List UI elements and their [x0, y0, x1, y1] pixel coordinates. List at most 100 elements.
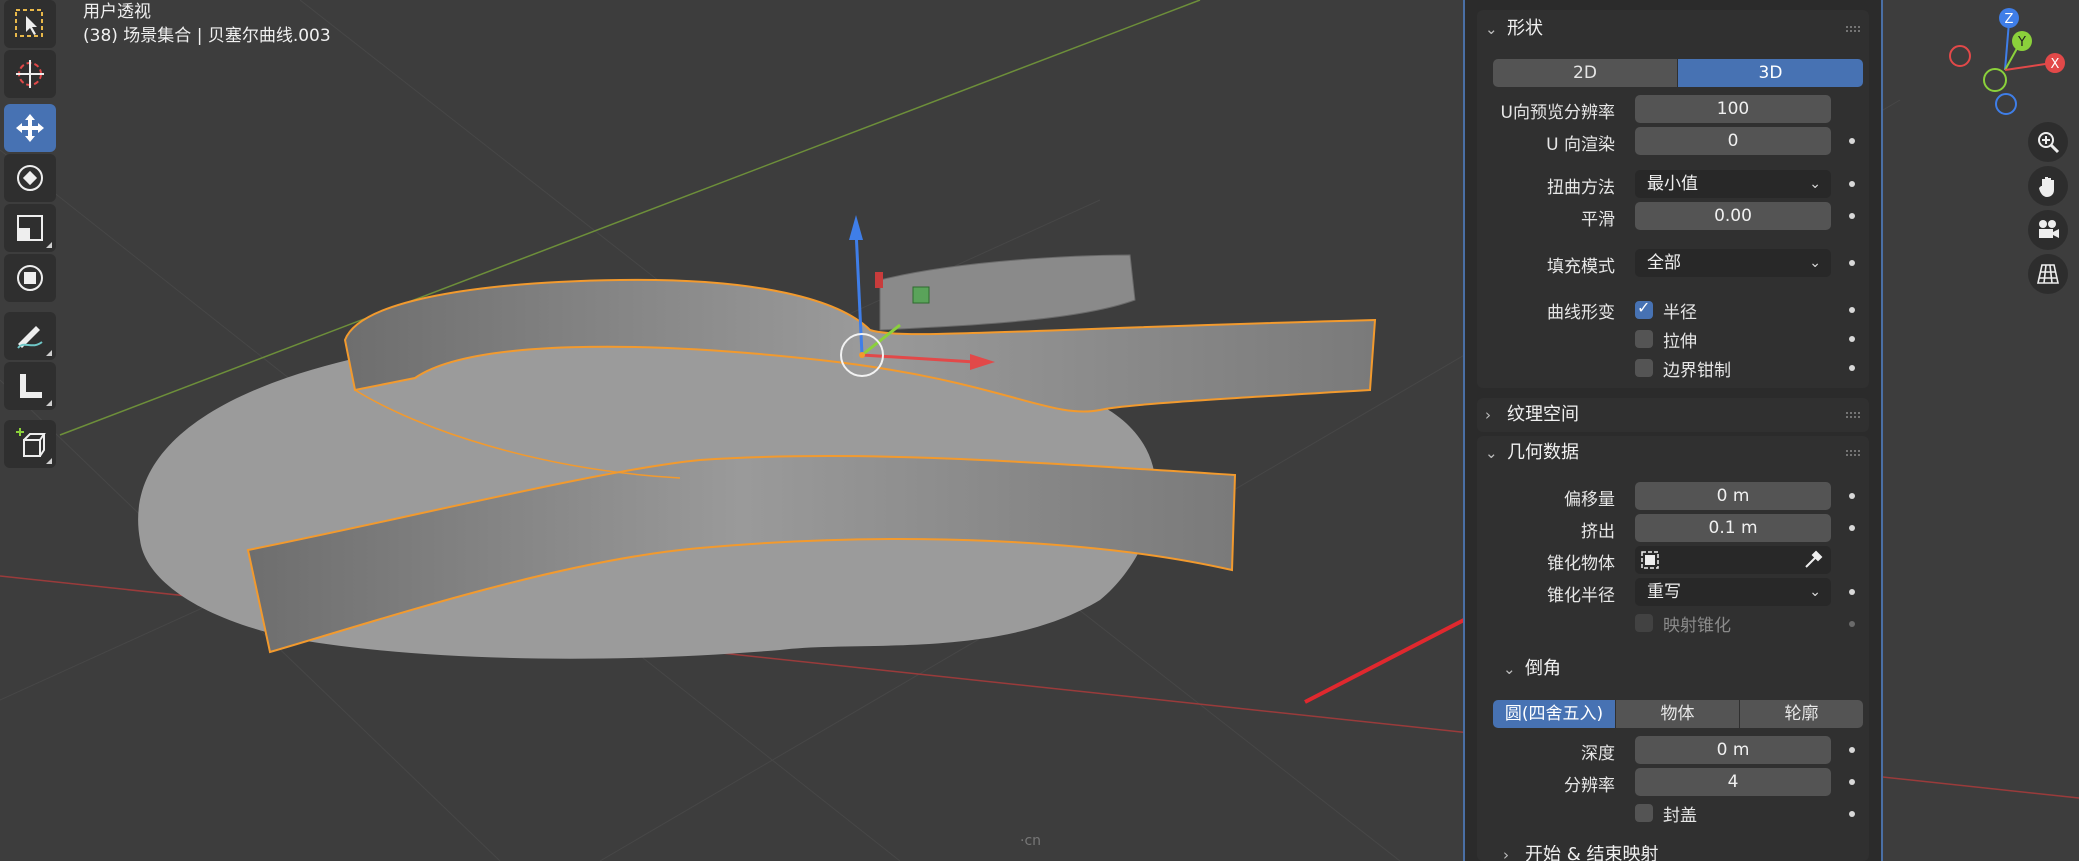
- cursor-icon: [16, 60, 44, 88]
- keyframe-dot[interactable]: [1849, 589, 1855, 595]
- resolution-field[interactable]: 4: [1635, 768, 1831, 796]
- orthographic-toggle-button[interactable]: [2028, 254, 2068, 294]
- fill-dropdown[interactable]: 全部 ⌄: [1635, 249, 1831, 277]
- fill-caps-checkbox[interactable]: [1635, 804, 1653, 822]
- object-info: (38) 场景集合 | 贝塞尔曲线.003: [83, 26, 331, 46]
- drag-handle-icon[interactable]: [1845, 449, 1861, 457]
- keyframe-dot[interactable]: [1849, 260, 1855, 266]
- radius-checkbox[interactable]: [1635, 298, 1653, 319]
- taper-object-label: 锥化物体: [1547, 554, 1615, 574]
- camera-view-button[interactable]: [2028, 210, 2068, 250]
- geometry-title: 几何数据: [1507, 442, 1579, 463]
- keyframe-dot[interactable]: [1849, 811, 1855, 817]
- chevron-down-icon: ⌄: [1809, 255, 1821, 271]
- radius-label: 半径: [1663, 303, 1697, 323]
- taper-radius-dropdown[interactable]: 重写 ⌄: [1635, 578, 1831, 606]
- map-taper-label: 映射锥化: [1663, 616, 1731, 636]
- object-icon: [1641, 551, 1659, 569]
- chevron-right-icon: ›: [1485, 406, 1491, 424]
- keyframe-dot[interactable]: [1849, 779, 1855, 785]
- cursor-tool[interactable]: [4, 50, 56, 98]
- twist-value: 最小值: [1647, 174, 1698, 194]
- keyframe-dot[interactable]: [1849, 138, 1855, 144]
- texture-space-title: 纹理空间: [1507, 404, 1579, 425]
- camera-icon: [2039, 220, 2059, 238]
- add-cube-tool[interactable]: [4, 420, 56, 468]
- u-render-label: U 向渲染: [1546, 135, 1615, 155]
- annotate-icon: [17, 326, 43, 349]
- taper-radius-label: 锥化半径: [1547, 586, 1615, 606]
- keyframe-dot[interactable]: [1849, 181, 1855, 187]
- keyframe-dot[interactable]: [1849, 336, 1855, 342]
- clamp-checkbox[interactable]: [1635, 359, 1653, 377]
- mode-3d-button[interactable]: 3D: [1678, 59, 1863, 87]
- drag-handle-icon[interactable]: [1845, 25, 1861, 33]
- bevel-object-button[interactable]: 物体: [1616, 700, 1739, 728]
- keyframe-dot[interactable]: [1849, 525, 1855, 531]
- fill-caps-label: 封盖: [1663, 806, 1697, 826]
- transform-icon: [17, 265, 43, 291]
- rotate-tool[interactable]: [4, 154, 56, 202]
- zoom-icon: [2038, 132, 2060, 154]
- view-name: 用户透视: [83, 2, 151, 22]
- stretch-checkbox[interactable]: [1635, 330, 1653, 348]
- scale-icon: [17, 215, 43, 241]
- fill-label: 填充模式: [1547, 257, 1615, 277]
- chevron-right-icon: ›: [1503, 846, 1509, 861]
- depth-label: 深度: [1581, 744, 1615, 764]
- offset-field[interactable]: 0 m: [1635, 482, 1831, 510]
- u-preview-field[interactable]: 100: [1635, 95, 1831, 123]
- chevron-down-icon: ⌄: [1485, 20, 1498, 38]
- measure-tool[interactable]: [4, 362, 56, 410]
- keyframe-dot[interactable]: [1849, 747, 1855, 753]
- fill-value: 全部: [1647, 253, 1681, 273]
- geometry-header[interactable]: ⌄ 几何数据: [1477, 436, 1869, 470]
- chevron-down-icon: ⌄: [1485, 444, 1498, 462]
- annotate-tool[interactable]: [4, 312, 56, 360]
- navigation-gizmo[interactable]: Z Y X: [1945, 5, 2065, 125]
- bevel-header[interactable]: ⌄ 倒角: [1495, 652, 1855, 686]
- keyframe-dot[interactable]: [1849, 621, 1855, 627]
- zoom-view-button[interactable]: [2028, 122, 2068, 162]
- u-preview-label: U向预览分辨率: [1500, 103, 1615, 123]
- scale-tool[interactable]: [4, 204, 56, 252]
- smooth-field[interactable]: 0.00: [1635, 202, 1831, 230]
- mode-2d-button[interactable]: 2D: [1493, 59, 1677, 87]
- grid-icon: [2037, 264, 2059, 284]
- properties-panel[interactable]: ⌄ 形状 2D 3D U向预览分辨率 100 U 向渲染 0 扭曲方法 最小值 ⌄ …: [1463, 0, 1883, 861]
- shape-title: 形状: [1507, 18, 1543, 39]
- texture-space-header[interactable]: › 纹理空间: [1477, 398, 1869, 432]
- twist-dropdown[interactable]: 最小值 ⌄: [1635, 170, 1831, 198]
- select-box-tool[interactable]: [4, 0, 56, 48]
- bevel-profile-button[interactable]: 轮廓: [1740, 700, 1863, 728]
- start-end-mapping-header[interactable]: › 开始 & 结束映射: [1495, 845, 1855, 861]
- keyframe-dot[interactable]: [1849, 365, 1855, 371]
- bevel-title: 倒角: [1525, 658, 1561, 679]
- eyedropper-icon[interactable]: [1803, 550, 1823, 570]
- gizmo-x-label: X: [2051, 57, 2060, 72]
- keyframe-dot[interactable]: [1849, 307, 1855, 313]
- drag-handle-icon[interactable]: [1845, 411, 1861, 419]
- smooth-label: 平滑: [1581, 210, 1615, 230]
- map-taper-checkbox[interactable]: [1635, 614, 1653, 632]
- move-tool[interactable]: [4, 104, 56, 152]
- pan-view-button[interactable]: [2028, 166, 2068, 206]
- keyframe-dot[interactable]: [1849, 213, 1855, 219]
- start-end-mapping-title: 开始 & 结束映射: [1525, 845, 1659, 861]
- taper-object-field[interactable]: [1635, 546, 1831, 574]
- transform-tool[interactable]: [4, 254, 56, 302]
- resolution-label: 分辨率: [1564, 776, 1615, 796]
- taper-radius-value: 重写: [1647, 582, 1681, 602]
- depth-field[interactable]: 0 m: [1635, 736, 1831, 764]
- gizmo-z-label: Z: [2005, 12, 2014, 27]
- deform-label: 曲线形变: [1547, 303, 1615, 323]
- keyframe-dot[interactable]: [1849, 493, 1855, 499]
- extrude-field[interactable]: 0.1 m: [1635, 514, 1831, 542]
- shape-section-header[interactable]: ⌄ 形状: [1477, 12, 1869, 46]
- extrude-label: 挤出: [1581, 522, 1615, 542]
- stretch-label: 拉伸: [1663, 332, 1697, 352]
- chevron-down-icon: ⌄: [1809, 176, 1821, 192]
- rotate-icon: [17, 165, 43, 191]
- u-render-field[interactable]: 0: [1635, 127, 1831, 155]
- bevel-round-button[interactable]: 圆(四舍五入): [1493, 700, 1615, 728]
